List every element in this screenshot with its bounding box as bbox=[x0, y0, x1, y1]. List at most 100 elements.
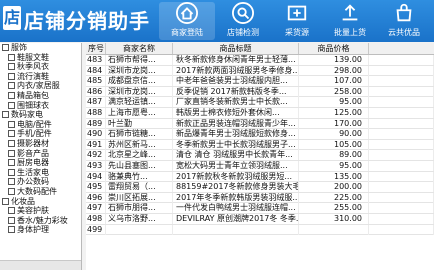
cell-price: 310.00 bbox=[299, 214, 369, 224]
table-row[interactable]: 498 义乌市洛野... DEVILRAY 原创潮牌2017冬 冬季... 310.0… bbox=[86, 214, 434, 225]
tree-checkbox[interactable] bbox=[8, 216, 15, 224]
app-header: 店 店铺分销助手 商家登陆 店铺检测 采货源 批量上货 云共优品 bbox=[0, 0, 434, 42]
tree-category[interactable]: 服饰 bbox=[0, 43, 81, 53]
cell-shop: 深圳市龙岗... bbox=[106, 65, 173, 76]
column-header-price[interactable]: 商品价格 bbox=[299, 43, 369, 54]
column-header-no[interactable]: 序号 bbox=[86, 43, 106, 54]
table-row[interactable]: 493 先山县塞图... 宽松大码男士青年立领羽绒服... 95.00 bbox=[86, 161, 434, 172]
cell-price: 200.00 bbox=[299, 182, 369, 193]
tree-checkbox[interactable] bbox=[2, 44, 9, 51]
table-row[interactable]: 496 崇川区拓展... 2017年冬季新款韩版男装羽绒服... 225.00 bbox=[86, 192, 434, 204]
table-row[interactable]: 499 bbox=[86, 224, 434, 236]
table-row[interactable]: 495 雷翔贸易（... 88159#2017冬新款修身男装大毛... 200.00 bbox=[86, 182, 434, 193]
cell-shop: 骆兼典竹... bbox=[106, 171, 173, 182]
table-row[interactable]: 497 石狮市朋得... 一件代发白鸭绒男士羽绒服连帽... 255.00 bbox=[86, 203, 434, 214]
tree-subcategory[interactable]: 内衣/家居服 bbox=[0, 81, 81, 91]
tree-subcategory[interactable]: 办公数码 bbox=[0, 177, 81, 187]
tree-subcategory[interactable]: 围钿球衣 bbox=[0, 101, 81, 111]
tree-subcategory[interactable]: 身体护理 bbox=[0, 225, 81, 235]
tree-subcategory[interactable]: 秋季风衣 bbox=[0, 62, 81, 72]
tree-checkbox[interactable] bbox=[8, 139, 15, 147]
cell-shop: 先山县塞图... bbox=[106, 161, 173, 171]
table-row[interactable]: 494 骆兼典竹... 2017新款秋冬新款羽绒服男短... 135.00 bbox=[86, 171, 434, 183]
table-row[interactable]: 483 石狮市帮得... 秋冬新款修身休闲青年男士轻薄... 139.00 bbox=[86, 55, 434, 66]
tree-subcategory[interactable]: 鞋服文鞋 bbox=[0, 53, 81, 63]
tree-subcategory[interactable]: 精品箱包 bbox=[0, 91, 81, 101]
tree-checkbox[interactable] bbox=[8, 101, 15, 109]
table-header: 序号 商家名称 商品标题 商品价格 bbox=[86, 43, 434, 55]
tree-checkbox[interactable] bbox=[8, 120, 15, 128]
cell-shop: 崇川区拓展... bbox=[106, 192, 173, 203]
tree-subcategory[interactable]: 美容护肤 bbox=[0, 206, 81, 216]
tree-subcategory[interactable]: 生活家电 bbox=[0, 168, 81, 178]
cell-title: 一件代发白鸭绒男士羽绒服连帽... bbox=[173, 203, 299, 214]
tree-item-label: 办公数码 bbox=[17, 177, 49, 187]
tree-checkbox[interactable] bbox=[8, 82, 15, 90]
table-row[interactable]: 487 满京轻运镇... 厂家直销冬装新款男士中长款... 95.00 bbox=[86, 97, 434, 108]
tree-checkbox[interactable] bbox=[8, 159, 15, 167]
tree-checkbox[interactable] bbox=[8, 91, 15, 99]
cell-no: 489 bbox=[86, 118, 106, 129]
tree-subcategory[interactable]: 厨房电器 bbox=[0, 158, 81, 168]
cell-extra bbox=[369, 97, 434, 108]
table-row[interactable]: 486 深圳市龙岗... 反季促销 2017新款韩版冬季... 258.00 bbox=[86, 86, 434, 98]
tree-subcategory[interactable]: 影音产品 bbox=[0, 149, 81, 159]
tree-checkbox[interactable] bbox=[8, 178, 15, 186]
tree-checkbox[interactable] bbox=[8, 63, 15, 71]
category-tree[interactable]: 服饰 鞋服文鞋 秋季风衣 流行演鞋 内衣/家居服 精品箱包 围钿球衣 数码家电 电脑/配件 手机/… bbox=[0, 43, 82, 270]
tree-category[interactable]: 数码家电 bbox=[0, 110, 81, 120]
tree-subcategory[interactable]: 手机/配件 bbox=[0, 129, 81, 139]
login-button[interactable]: 商家登陆 bbox=[159, 2, 215, 40]
tree-checkbox[interactable] bbox=[8, 72, 15, 80]
tree-checkbox[interactable] bbox=[8, 207, 15, 215]
cell-title: 清仓 清仓 羽绒服男中长款青年... bbox=[173, 150, 299, 161]
shop-check-icon bbox=[232, 2, 254, 24]
cell-price: 298.00 bbox=[299, 65, 369, 76]
tree-item-label: 精品箱包 bbox=[17, 90, 49, 100]
table-row[interactable]: 491 苏州区新马... 冬季新款男士中长款羽绒服男子... 105.00 bbox=[86, 139, 434, 151]
home-icon bbox=[176, 2, 198, 24]
tree-checkbox[interactable] bbox=[8, 53, 15, 61]
cell-price: 135.00 bbox=[299, 171, 369, 182]
tree-subcategory[interactable]: 大数码配件 bbox=[0, 187, 81, 197]
cell-extra bbox=[369, 139, 434, 150]
cell-no: 487 bbox=[86, 97, 106, 108]
source-button[interactable]: 采货源 bbox=[269, 2, 325, 40]
cell-no: 486 bbox=[86, 86, 106, 97]
cell-title: 2017新款秋冬新款羽绒服男短... bbox=[173, 171, 299, 182]
tree-checkbox[interactable] bbox=[2, 111, 9, 119]
app-logo: 店 bbox=[3, 6, 21, 30]
column-header-shop[interactable]: 商家名称 bbox=[106, 43, 173, 54]
tree-checkbox[interactable] bbox=[2, 197, 9, 205]
tree-item-label: 香水/魅力彩妆 bbox=[17, 215, 68, 225]
cell-no: 492 bbox=[86, 150, 106, 161]
table-row[interactable]: 485 成都盘京信... 中老年爸爸装男士羽绒服内胆... 107.00 bbox=[86, 76, 434, 87]
column-header-title[interactable]: 商品标题 bbox=[173, 43, 299, 54]
table-row[interactable]: 488 上海市愿粤... 韩版男士棉衣修短外套休闲... 125.00 bbox=[86, 108, 434, 119]
tree-checkbox[interactable] bbox=[8, 187, 15, 195]
tree-item-label: 影音产品 bbox=[17, 148, 49, 158]
tree-checkbox[interactable] bbox=[8, 130, 15, 138]
product-table: 序号 商家名称 商品标题 商品价格 483 石狮市帮得... 秋冬新款修身休闲青年男… bbox=[86, 43, 434, 270]
table-row[interactable]: 492 北京星之峰... 清仓 清仓 羽绒服男中长款青年... 89.00 bbox=[86, 150, 434, 161]
tree-horizontal-scrollbar[interactable] bbox=[0, 260, 81, 270]
tree-subcategory[interactable]: 电脑/配件 bbox=[0, 120, 81, 130]
cell-extra bbox=[369, 76, 434, 87]
shop-check-button[interactable]: 店铺检测 bbox=[215, 2, 271, 40]
cell-price: 105.00 bbox=[299, 139, 369, 150]
tree-subcategory[interactable]: 摄影器材 bbox=[0, 139, 81, 149]
tree-subcategory[interactable]: 流行演鞋 bbox=[0, 72, 81, 82]
tree-item-label: 鞋服文鞋 bbox=[17, 52, 49, 62]
tree-checkbox[interactable] bbox=[8, 168, 15, 176]
table-row[interactable]: 484 深圳市龙岗... 2017新款两面羽绒服男冬季修身... 298.00 bbox=[86, 65, 434, 77]
batch-upload-button[interactable]: 批量上货 bbox=[322, 2, 378, 40]
tree-checkbox[interactable] bbox=[8, 149, 15, 157]
tree-subcategory[interactable]: 香水/魅力彩妆 bbox=[0, 216, 81, 226]
table-row[interactable]: 489 叶兰勤 新款正品男装连帽羽绒服青少年... 170.00 bbox=[86, 118, 434, 130]
cloud-products-button[interactable]: 云共优品 bbox=[376, 2, 432, 40]
table-row[interactable]: 490 石狮市链糖... 新品爆青年男士羽绒服短款修身... 90.00 bbox=[86, 129, 434, 140]
tree-category[interactable]: 化妆品 bbox=[0, 197, 81, 207]
tree-item-label: 服饰 bbox=[11, 43, 27, 52]
cell-no: 498 bbox=[86, 214, 106, 224]
tree-checkbox[interactable] bbox=[8, 226, 15, 234]
